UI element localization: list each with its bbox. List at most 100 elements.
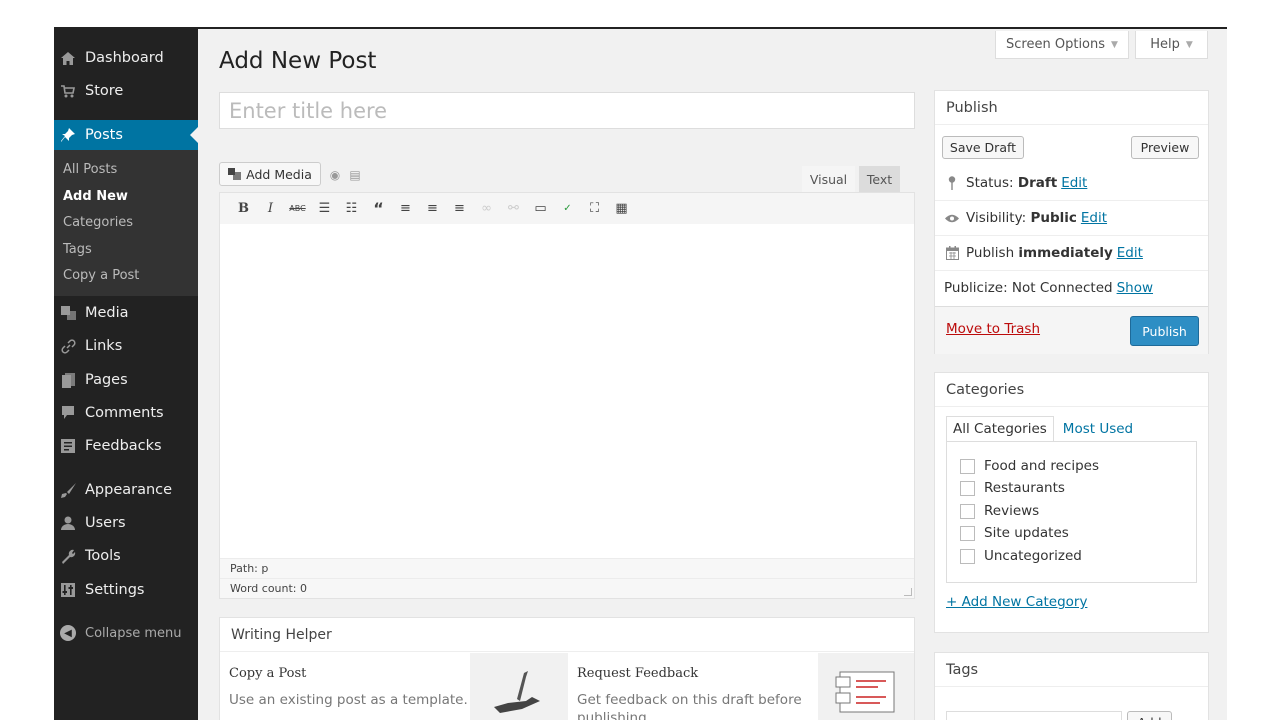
checkbox[interactable] xyxy=(960,525,975,541)
feedback-icon xyxy=(60,438,76,454)
fullscreen-icon[interactable]: ⛶ xyxy=(581,199,608,219)
align-left-icon[interactable]: ≡ xyxy=(392,199,419,219)
category-label: Reviews xyxy=(984,503,1040,519)
submenu-tags[interactable]: Tags xyxy=(63,242,92,257)
category-item-restaurants[interactable]: Restaurants xyxy=(960,480,1065,496)
sidebar-item-appearance[interactable]: Appearance xyxy=(54,475,198,505)
category-item-reviews[interactable]: Reviews xyxy=(960,503,1039,519)
spellcheck-icon[interactable]: ✓ xyxy=(554,199,581,219)
unlink-icon[interactable]: ⚯ xyxy=(500,199,527,219)
publicize-row: Publicize: Not Connected Show xyxy=(935,270,1208,305)
resize-handle-icon[interactable] xyxy=(904,588,912,596)
sidebar-item-pages[interactable]: Pages xyxy=(54,365,198,395)
checkbox[interactable] xyxy=(960,548,975,564)
insert-more-icon[interactable]: ▭ xyxy=(527,199,554,219)
publicize-show-link[interactable]: Show xyxy=(1117,280,1153,296)
poll-icon[interactable]: ◉ xyxy=(328,168,342,182)
save-draft-button[interactable]: Save Draft xyxy=(942,136,1024,159)
preview-button[interactable]: Preview xyxy=(1131,136,1199,159)
sidebar-item-posts[interactable]: Posts xyxy=(54,120,198,150)
tag-input[interactable] xyxy=(946,711,1122,720)
calendar-icon xyxy=(944,246,960,260)
edit-publish-time-link[interactable]: Edit xyxy=(1117,245,1143,261)
align-center-icon[interactable]: ≡ xyxy=(419,199,446,219)
post-title-input[interactable] xyxy=(219,92,915,129)
sidebar-item-feedbacks[interactable]: Feedbacks xyxy=(54,431,198,461)
add-new-category-link[interactable]: + Add New Category xyxy=(946,594,1087,610)
numbered-list-icon[interactable]: ☷ xyxy=(338,199,365,219)
submenu-add-new[interactable]: Add New xyxy=(63,189,128,204)
checkbox[interactable] xyxy=(960,503,975,519)
category-label: Uncategorized xyxy=(984,548,1082,564)
sidebar-item-comments[interactable]: Comments xyxy=(54,398,198,428)
form-icon[interactable]: ▤ xyxy=(348,168,362,182)
italic-icon[interactable]: I xyxy=(257,199,284,219)
move-to-trash-link[interactable]: Move to Trash xyxy=(946,321,1040,337)
publish-button[interactable]: Publish xyxy=(1130,316,1199,346)
checkbox[interactable] xyxy=(960,458,975,474)
sidebar-item-media[interactable]: Media xyxy=(54,298,198,328)
copy-a-post-title: Copy a Post xyxy=(229,666,307,681)
sidebar-item-links[interactable]: Links xyxy=(54,331,198,361)
tab-most-used[interactable]: Most Used xyxy=(1054,416,1139,442)
sidebar-item-users[interactable]: Users xyxy=(54,508,198,538)
publish-time-row: Publish immediately Edit xyxy=(935,235,1208,270)
align-right-icon[interactable]: ≡ xyxy=(446,199,473,219)
writing-helper-box: Writing Helper Copy a Post Use an existi… xyxy=(219,617,915,720)
visibility-row: Visibility: Public Edit xyxy=(935,200,1208,235)
copy-a-post-card[interactable]: Copy a Post Use an existing post as a te… xyxy=(220,653,470,720)
strikethrough-icon[interactable]: ABC xyxy=(284,199,311,219)
category-item-uncategorized[interactable]: Uncategorized xyxy=(960,548,1082,564)
help-button[interactable]: Help ▼ xyxy=(1135,31,1208,59)
sidebar-item-tools[interactable]: Tools xyxy=(54,541,198,571)
publish-time-label: Publish xyxy=(966,245,1015,261)
request-feedback-card[interactable]: Request Feedback Get feedback on this dr… xyxy=(568,653,818,720)
publish-box: Publish Save Draft Preview Status: Draft… xyxy=(934,90,1209,354)
request-feedback-desc: Get feedback on this draft before publis… xyxy=(577,692,802,720)
wrench-icon xyxy=(60,548,76,564)
edit-status-link[interactable]: Edit xyxy=(1061,175,1087,191)
tab-all-categories[interactable]: All Categories xyxy=(946,416,1054,442)
post-editor[interactable]: B I ABC ☰ ☷ “ ≡ ≡ ≡ ∞ ⚯ ▭ ✓ ⛶ ▦ Path: p … xyxy=(219,192,915,599)
blockquote-icon[interactable]: “ xyxy=(365,199,392,219)
edit-visibility-link[interactable]: Edit xyxy=(1081,210,1107,226)
kitchen-sink-icon[interactable]: ▦ xyxy=(608,199,635,219)
submenu-categories[interactable]: Categories xyxy=(63,215,133,230)
bullet-list-icon[interactable]: ☰ xyxy=(311,199,338,219)
submenu-copy-a-post[interactable]: Copy a Post xyxy=(63,268,139,283)
editor-path: Path: p xyxy=(230,562,269,575)
user-icon xyxy=(60,515,76,531)
collapse-arrow-icon: ◀ xyxy=(60,625,76,641)
categories-box: Categories All Categories Most Used Food… xyxy=(934,372,1209,633)
word-count: Word count: 0 xyxy=(230,582,308,595)
cart-icon xyxy=(60,83,76,99)
collapse-menu-button[interactable]: ◀ Collapse menu xyxy=(60,625,182,641)
category-tabs: All Categories Most Used xyxy=(946,416,1139,442)
brush-icon xyxy=(60,482,76,498)
sidebar-item-label: Posts xyxy=(85,127,123,143)
link-icon[interactable]: ∞ xyxy=(473,199,500,219)
media-icon xyxy=(228,168,242,180)
sidebar-item-store[interactable]: Store xyxy=(54,76,198,106)
sidebar-item-dashboard[interactable]: Dashboard xyxy=(54,43,198,73)
sidebar-item-label: Settings xyxy=(85,582,145,598)
publish-actions: Move to Trash Publish xyxy=(935,306,1208,354)
screen-options-button[interactable]: Screen Options ▼ xyxy=(995,31,1129,59)
status-value: Draft xyxy=(1017,174,1058,191)
bold-icon[interactable]: B xyxy=(230,199,257,219)
add-tag-button[interactable]: Add xyxy=(1127,711,1172,720)
add-media-label: Add Media xyxy=(246,166,312,182)
sidebar-item-label: Users xyxy=(85,515,126,531)
tab-visual[interactable]: Visual xyxy=(802,166,855,192)
tab-text[interactable]: Text xyxy=(859,166,900,192)
add-media-button[interactable]: Add Media xyxy=(219,162,321,186)
category-item-site-updates[interactable]: Site updates xyxy=(960,525,1069,541)
checkbox[interactable] xyxy=(960,480,975,496)
visibility-label: Visibility: xyxy=(966,210,1027,226)
sidebar-item-label: Comments xyxy=(85,405,164,421)
sidebar-item-label: Links xyxy=(85,338,123,354)
category-item-food[interactable]: Food and recipes xyxy=(960,458,1099,474)
sidebar-item-label: Appearance xyxy=(85,482,173,498)
sidebar-item-settings[interactable]: Settings xyxy=(54,575,198,605)
submenu-all-posts[interactable]: All Posts xyxy=(63,162,117,177)
